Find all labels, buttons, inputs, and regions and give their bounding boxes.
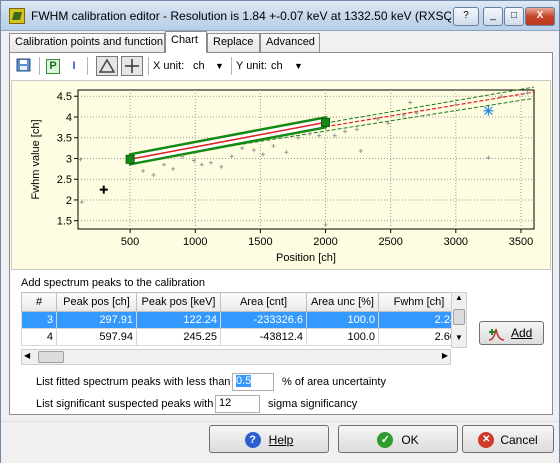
row-fwhm: 2.60 [377, 328, 460, 346]
row-peak-pos-ch: 597.94 [56, 328, 137, 346]
row-area-unc: 100.0 [306, 328, 379, 346]
cancel-icon: ✕ [478, 431, 495, 448]
scroll-up-icon[interactable]: ▲ [452, 293, 466, 307]
peaks-table: # Peak pos [ch] Peak pos [keV] Area [cnt… [21, 292, 460, 346]
fwhm-calibration-window: FWHM calibration editor - Resolution is … [0, 0, 560, 463]
col-peak-pos-kev[interactable]: Peak pos [keV] [136, 292, 221, 312]
row-area-unc: 100.0 [306, 311, 379, 329]
y-tick-label: 4.5 [57, 91, 72, 103]
area-uncertainty-input[interactable]: 0.5 [232, 373, 274, 391]
row-peak-pos-kev: 122.24 [136, 311, 221, 329]
row-peak-pos-ch: 297.91 [56, 311, 137, 329]
peaks-section-label: Add spectrum peaks to the calibration [21, 277, 206, 289]
triangle-marker-icon[interactable] [96, 56, 118, 76]
maximize-button[interactable]: □ [504, 7, 524, 26]
chart-toolbar: P I X unit: ch ▼ Y unit: ch ▼ [11, 54, 551, 78]
x-tick-label: 1000 [183, 236, 207, 248]
calibration-point [125, 154, 135, 164]
sigma-label: List significant suspected peaks with [36, 398, 214, 410]
minimize-button[interactable]: _ [483, 7, 503, 26]
help-window-button[interactable]: ? [453, 7, 479, 26]
col-index[interactable]: # [21, 292, 57, 312]
add-button-label: Add [511, 326, 533, 340]
col-area[interactable]: Area [cnt] [220, 292, 307, 312]
y-unit-label: Y unit: [236, 60, 267, 72]
x-tick-label: 1500 [248, 236, 272, 248]
col-peak-pos-ch[interactable]: Peak pos [ch] [56, 292, 137, 312]
peaks-toggle-icon[interactable]: P [45, 56, 61, 76]
tab-chart[interactable]: Chart [165, 31, 207, 53]
table-row[interactable]: 4 597.94 245.25 -43812.4 100.0 2.60 [21, 328, 460, 346]
area-uncertainty-suffix: % of area uncertainty [282, 376, 386, 388]
row-index: 4 [21, 328, 57, 346]
scroll-right-icon[interactable]: ▶ [442, 351, 448, 360]
ok-button[interactable]: ✓ OK [338, 425, 458, 453]
sigma-input[interactable]: 12 [215, 395, 260, 413]
tab-replace[interactable]: Replace [207, 33, 260, 52]
scroll-left-icon[interactable]: ◀ [24, 351, 30, 360]
y-tick-label: 2 [66, 195, 72, 207]
title-bar: FWHM calibration editor - Resolution is … [1, 1, 559, 31]
x-tick-label: 2500 [378, 236, 402, 248]
checkmark-icon: ✓ [377, 431, 394, 448]
fwhm-chart-svg: 500 1000 1500 2000 2500 3000 3500 1.5 2 2.5 3 3.5 4 4… [30, 86, 535, 264]
area-uncertainty-label: List fitted spectrum peaks with less tha… [36, 376, 231, 388]
app-icon [9, 8, 25, 24]
x-axis-label: Position [ch] [276, 252, 336, 264]
peaks-table-vertical-scrollbar[interactable]: ▲ ▼ [451, 292, 467, 348]
star-marker [483, 105, 494, 116]
y-unit-value[interactable]: ch [271, 56, 283, 76]
y-tick-label: 4 [66, 112, 72, 124]
x-unit-value[interactable]: ch [193, 56, 205, 76]
x-tick-label: 3000 [444, 236, 468, 248]
x-tick-label: 2000 [313, 236, 337, 248]
y-axis-label: Fwhm value [ch] [30, 119, 42, 199]
fwhm-chart[interactable]: 500 1000 1500 2000 2500 3000 3500 1.5 2 2.5 3 3.5 4 4… [11, 80, 551, 270]
x-unit-dropdown-icon[interactable]: ▼ [215, 56, 224, 76]
y-tick-label: 3 [66, 153, 72, 165]
y-tick-label: 3.5 [57, 133, 72, 145]
y-tick-label: 1.5 [57, 216, 72, 228]
help-button[interactable]: ? Help [209, 425, 329, 453]
row-area: -43812.4 [220, 328, 307, 346]
col-fwhm[interactable]: Fwhm [ch] [377, 292, 460, 312]
save-chart-icon[interactable] [15, 56, 33, 76]
cancel-button[interactable]: ✕ Cancel [462, 425, 554, 453]
row-index: 3 [21, 311, 57, 329]
x-tick-label: 3500 [509, 236, 533, 248]
crosshair-icon[interactable] [121, 56, 143, 76]
y-tick-label: 2.5 [57, 174, 72, 186]
col-area-unc[interactable]: Area unc [%] [306, 292, 379, 312]
add-peak-icon [488, 328, 505, 341]
y-unit-dropdown-icon[interactable]: ▼ [294, 56, 303, 76]
scroll-thumb[interactable] [453, 309, 465, 325]
scroll-down-icon[interactable]: ▼ [452, 333, 466, 347]
x-tick-label: 500 [121, 236, 139, 248]
row-fwhm: 2.24 [377, 311, 460, 329]
tab-calibration-points[interactable]: Calibration points and function [9, 33, 165, 52]
window-title: FWHM calibration editor - Resolution is … [31, 9, 451, 23]
row-peak-pos-kev: 245.25 [136, 328, 221, 346]
info-toggle-icon[interactable]: I [68, 56, 80, 76]
help-icon: ? [244, 431, 261, 448]
close-button[interactable]: X [525, 7, 555, 26]
row-area: -233326.6 [220, 311, 307, 329]
horizontal-scroll-thumb[interactable] [38, 351, 64, 363]
x-unit-label: X unit: [153, 60, 185, 72]
table-row[interactable]: 3 297.91 122.24 -233326.6 100.0 2.24 [21, 311, 460, 329]
calibration-point [321, 117, 331, 127]
sigma-suffix: sigma significancy [268, 398, 358, 410]
peaks-table-horizontal-scrollbar[interactable]: ◀ ▶ [21, 349, 451, 365]
tab-advanced[interactable]: Advanced [260, 33, 320, 52]
add-peak-button[interactable]: Add [479, 321, 544, 345]
